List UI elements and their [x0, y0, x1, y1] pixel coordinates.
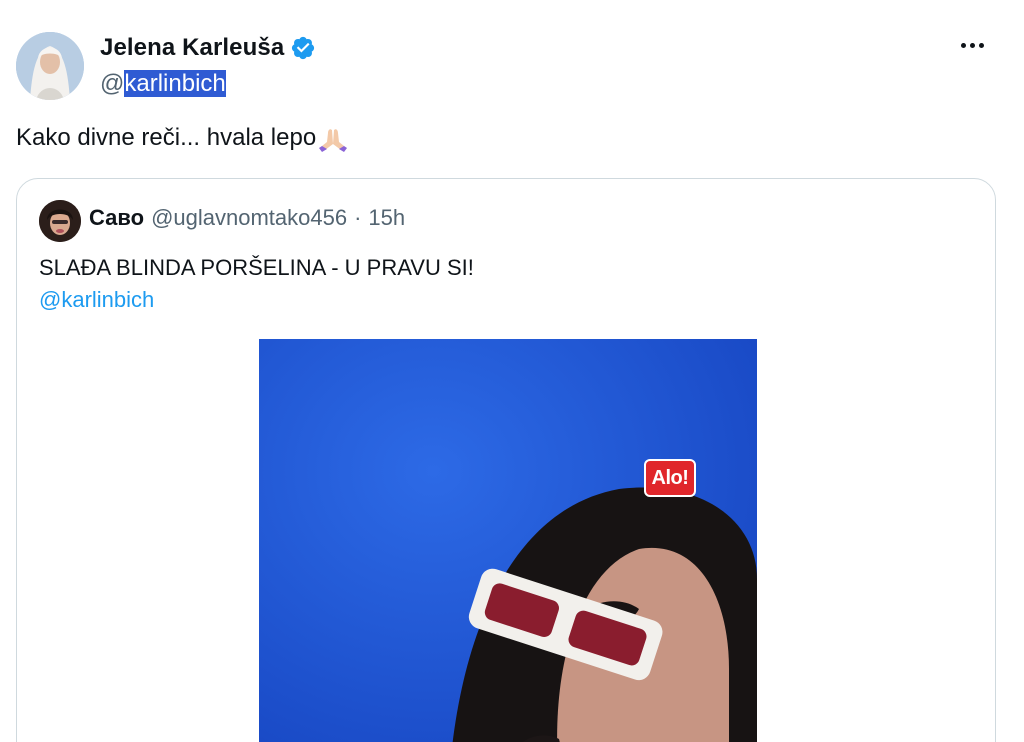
- handle-selected-text: karlinbich: [124, 70, 226, 97]
- quoted-author-name[interactable]: Саво: [89, 205, 144, 231]
- quoted-tweet-header: Саво @uglavnomtako456 · 15h: [89, 205, 405, 231]
- quoted-tweet-text: SLAĐA BLINDA PORŠELINA - U PRAVU SI!: [39, 255, 474, 280]
- quoted-author-avatar[interactable]: [39, 200, 81, 242]
- more-dot-icon: [960, 42, 966, 48]
- more-options-button[interactable]: [950, 30, 994, 60]
- author-handle[interactable]: @karlinbich: [100, 70, 226, 98]
- alo-logo-badge: Alo!: [644, 459, 696, 497]
- tweet-body: Kako divne reči... hvala lepo: [16, 124, 317, 151]
- handle-prefix: @: [100, 70, 125, 97]
- quoted-tweet-time[interactable]: 15h: [368, 205, 405, 231]
- quoted-tweet-mention-link[interactable]: @karlinbich: [39, 287, 154, 313]
- quoted-author-handle[interactable]: @uglavnomtako456: [151, 205, 347, 231]
- avatar-image-icon: [39, 200, 81, 242]
- verified-badge-icon: [292, 36, 315, 60]
- tweet: Jelena Karleuša @karlinbich Kako divne r…: [0, 0, 1024, 742]
- folded-hands-emoji-icon: [319, 129, 348, 152]
- quoted-tweet-card[interactable]: Саво @uglavnomtako456 · 15h SLAĐA BLINDA…: [16, 178, 996, 742]
- author-display-name[interactable]: Jelena Karleuša: [100, 34, 284, 62]
- quoted-tweet-media[interactable]: Alo!: [259, 339, 757, 742]
- more-dot-icon: [969, 42, 975, 48]
- separator-dot: ·: [354, 205, 362, 230]
- avatar-image-icon: [16, 32, 84, 100]
- media-thumbnail-icon: [259, 339, 757, 742]
- tweet-text: Kako divne reči... hvala lepo: [16, 124, 348, 152]
- more-dot-icon: [978, 42, 984, 48]
- author-name-row: Jelena Karleuša: [100, 34, 316, 62]
- author-avatar[interactable]: [16, 32, 84, 100]
